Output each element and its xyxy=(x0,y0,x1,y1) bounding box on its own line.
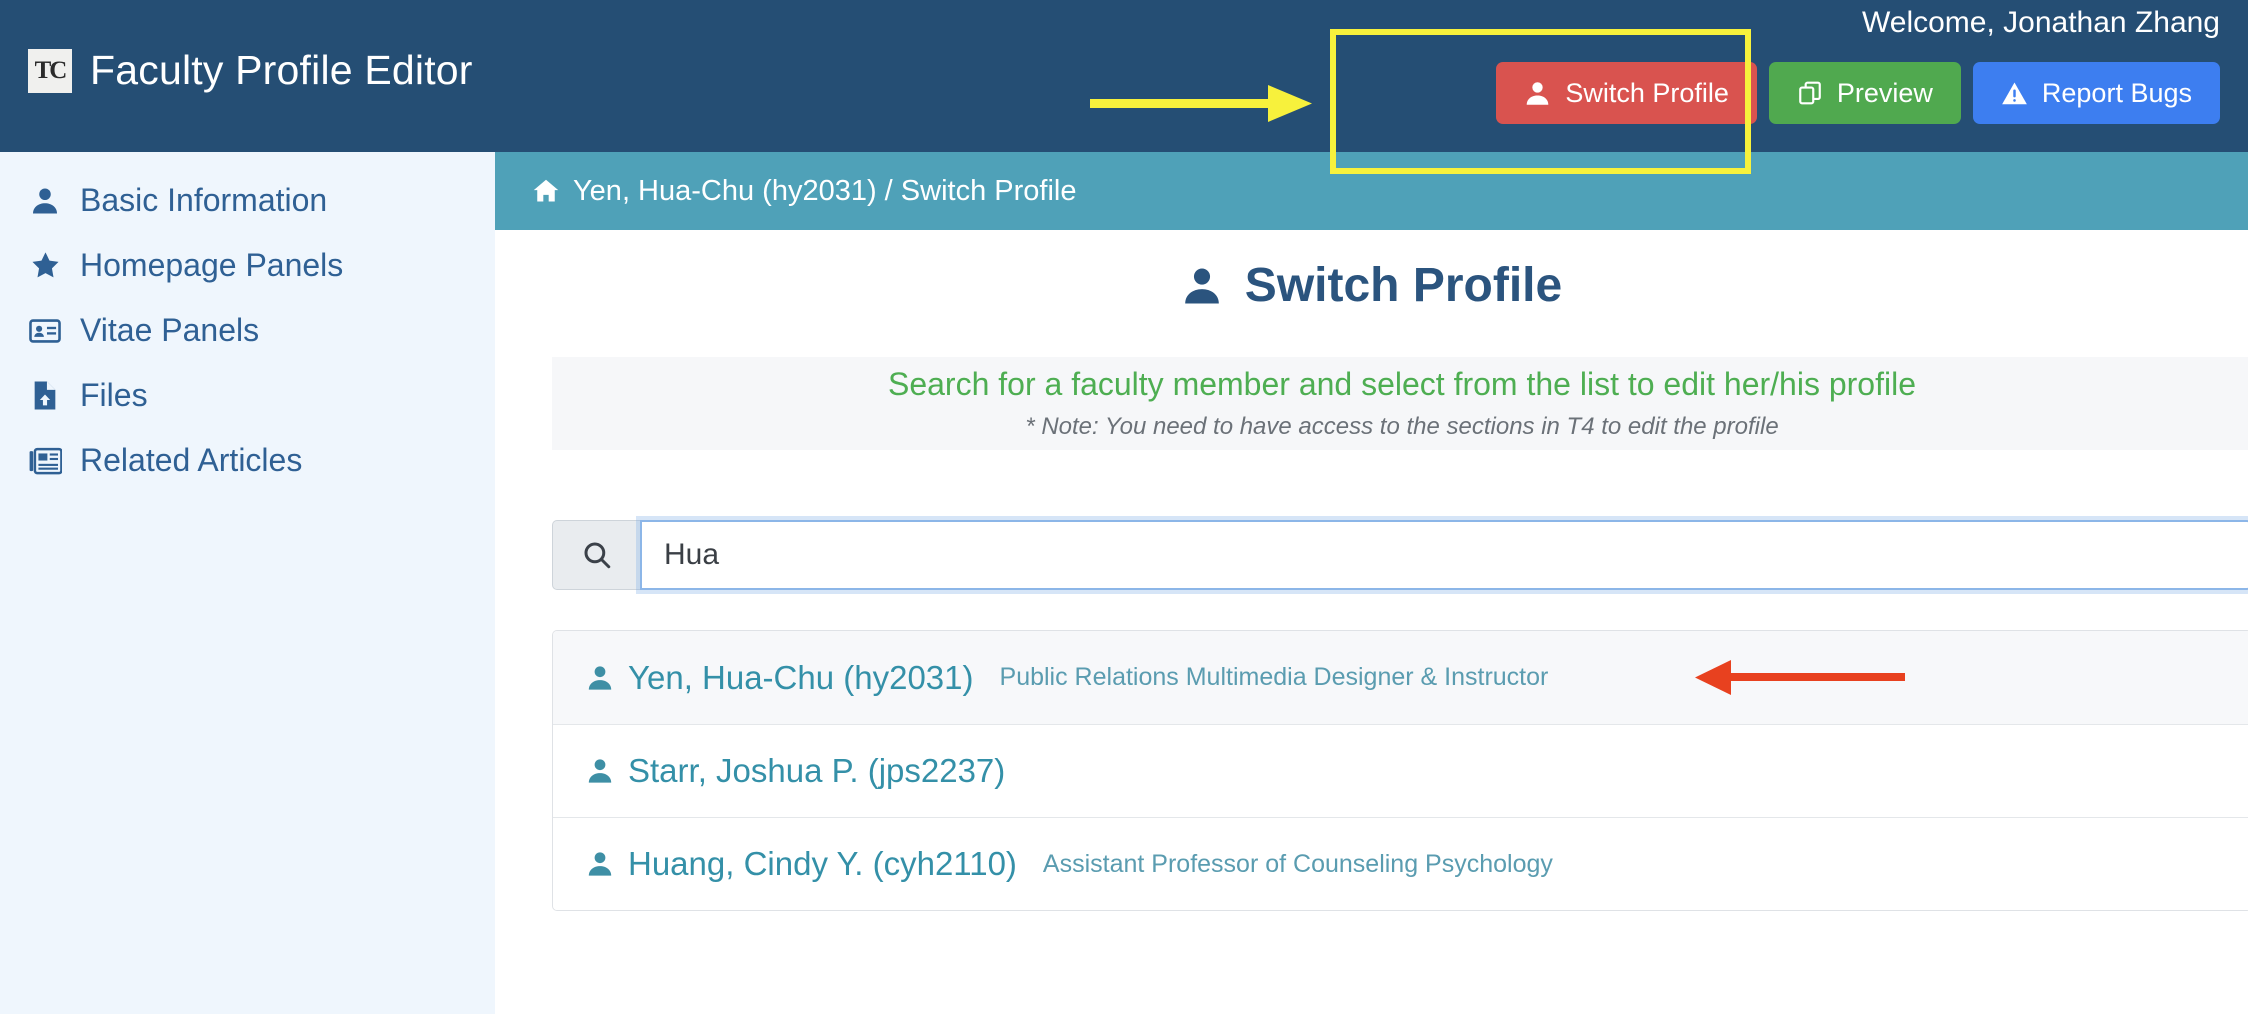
warning-icon xyxy=(2001,80,2028,107)
user-icon xyxy=(586,664,614,692)
star-icon xyxy=(28,250,62,281)
report-bugs-button[interactable]: Report Bugs xyxy=(1972,62,2220,124)
result-title: Public Relations Multimedia Designer & I… xyxy=(999,663,1549,691)
preview-button[interactable]: Preview xyxy=(1768,62,1961,124)
instructions-heading: Search for a faculty member and select f… xyxy=(887,366,1916,402)
home-icon xyxy=(532,177,560,205)
page-title-text: Switch Profile xyxy=(1244,259,1563,312)
app-title: Faculty Profile Editor xyxy=(90,47,473,93)
result-name: Starr, Joshua P. (jps2237) xyxy=(628,752,1006,789)
breadcrumb[interactable]: Yen, Hua-Chu (hy2031) / Switch Profile xyxy=(532,175,1076,208)
switch-profile-button[interactable]: Switch Profile xyxy=(1496,62,1757,124)
sidebar-item-label: Files xyxy=(80,377,148,413)
result-row-yen[interactable]: Yen, Hua-Chu (hy2031) Public Relations M… xyxy=(553,631,2248,724)
instructions-note: * Note: You need to have access to the s… xyxy=(1025,413,1779,440)
breadcrumb-text: Yen, Hua-Chu (hy2031) / Switch Profile xyxy=(573,174,1077,207)
search-input[interactable] xyxy=(640,520,2248,590)
sidebar-item-related-articles[interactable]: Related Articles xyxy=(0,428,495,493)
main-content: Switch Profile Search for a faculty memb… xyxy=(495,230,2248,1014)
report-bugs-label: Report Bugs xyxy=(2041,77,2192,108)
user-icon xyxy=(28,186,62,216)
result-name: Huang, Cindy Y. (cyh2110) xyxy=(628,845,1017,882)
sidebar-item-files[interactable]: Files xyxy=(0,363,495,428)
result-name: Yen, Hua-Chu (hy2031) xyxy=(628,658,974,696)
brand[interactable]: TC Faculty Profile Editor xyxy=(28,47,473,94)
result-row-huang[interactable]: Huang, Cindy Y. (cyh2110) Assistant Prof… xyxy=(553,817,2248,910)
user-icon xyxy=(1181,265,1223,307)
sidebar-item-label: Basic Information xyxy=(80,182,328,218)
result-title: Assistant Professor of Counseling Psycho… xyxy=(1042,849,1553,878)
navbar-actions: Switch Profile Preview Report Bugs xyxy=(1496,62,2220,124)
sidebar-item-homepage-panels[interactable]: Homepage Panels xyxy=(0,233,495,298)
breadcrumb-bar: Yen, Hua-Chu (hy2031) / Switch Profile xyxy=(495,152,2248,230)
sidebar-item-label: Homepage Panels xyxy=(80,247,344,283)
sidebar-item-vitae-panels[interactable]: Vitae Panels xyxy=(0,298,495,363)
tc-monogram-icon: TC xyxy=(28,48,72,93)
search-results-list: Yen, Hua-Chu (hy2031) Public Relations M… xyxy=(552,630,2248,911)
preview-label: Preview xyxy=(1836,77,1933,108)
newspaper-icon xyxy=(28,447,62,475)
result-row-starr[interactable]: Starr, Joshua P. (jps2237) xyxy=(553,724,2248,817)
switch-profile-label: Switch Profile xyxy=(1565,77,1729,108)
instructions-panel: Search for a faculty member and select f… xyxy=(552,357,2248,450)
sidebar: Basic Information Homepage Panels Vitae … xyxy=(0,152,495,1014)
sidebar-item-label: Related Articles xyxy=(80,442,303,478)
id-card-icon xyxy=(28,315,62,347)
user-icon xyxy=(586,757,614,785)
user-icon xyxy=(586,850,614,878)
search-icon xyxy=(552,520,640,590)
user-icon xyxy=(1524,80,1551,107)
app-root: TC Faculty Profile Editor Welcome, Jonat… xyxy=(0,0,2248,1014)
clone-icon xyxy=(1797,80,1823,106)
search-group xyxy=(552,520,2248,590)
file-upload-icon xyxy=(28,380,62,411)
top-navbar: TC Faculty Profile Editor Welcome, Jonat… xyxy=(0,0,2248,152)
page-title: Switch Profile xyxy=(495,258,2248,313)
sidebar-item-label: Vitae Panels xyxy=(80,312,260,348)
welcome-text: Welcome, Jonathan Zhang xyxy=(1862,6,2220,39)
search-input-wrap xyxy=(640,520,2248,590)
sidebar-item-basic-information[interactable]: Basic Information xyxy=(0,168,495,233)
